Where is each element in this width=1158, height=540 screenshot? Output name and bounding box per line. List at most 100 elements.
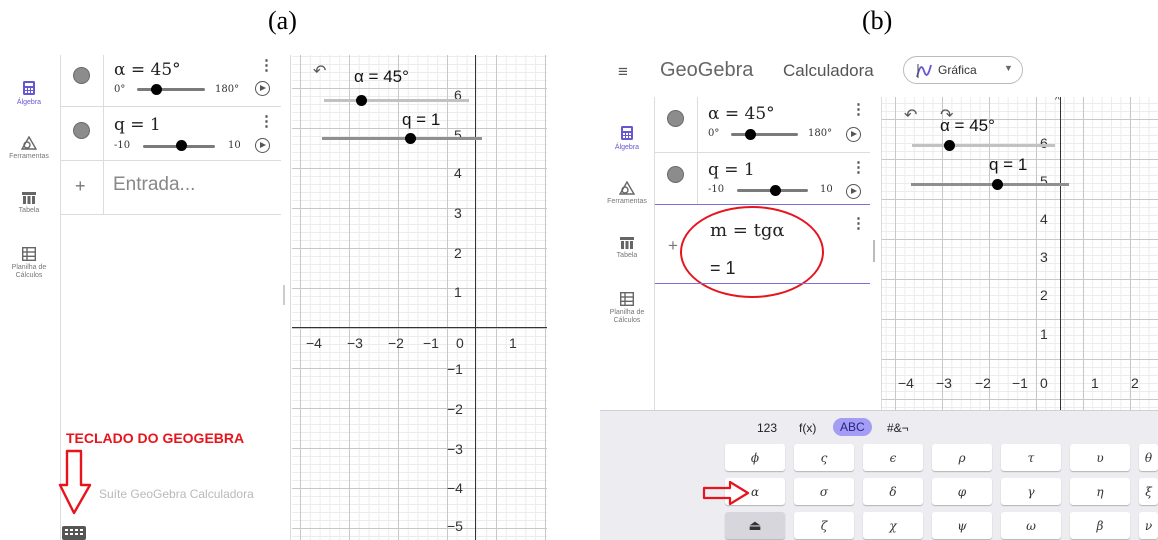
algebra-input[interactable]: Entrada... [113, 174, 195, 196]
y-tick-label: 5 [454, 127, 462, 143]
key-varphi[interactable]: φ [932, 478, 992, 505]
play-icon[interactable] [255, 81, 270, 96]
x-tick-label: 1 [1091, 375, 1099, 391]
graph-slider-label: q = 1 [989, 155, 1028, 174]
graph-slider-track[interactable] [912, 144, 1055, 147]
keyboard-icon[interactable] [62, 526, 86, 540]
algebra-expression[interactable]: α = 45° [708, 104, 775, 124]
key-rho[interactable]: ρ [932, 444, 992, 471]
key-theta[interactable]: θ [1139, 444, 1158, 471]
highlight-ellipse [680, 206, 824, 298]
visibility-toggle[interactable] [73, 122, 90, 139]
key-xi[interactable]: ξ [1139, 478, 1158, 505]
x-tick-label: −3 [347, 335, 363, 351]
sidebar-item-table[interactable]: Tabela [602, 237, 652, 260]
x-tick-label: −1 [1012, 375, 1028, 391]
key-shift[interactable]: ⏏ [725, 512, 785, 539]
key-tau[interactable]: τ [1001, 444, 1061, 471]
more-menu-icon[interactable]: ⋮ [259, 114, 274, 129]
sidebar-item-spreadsheet[interactable]: Planilha de Cálculos [602, 292, 652, 325]
graph-slider-knob[interactable] [944, 140, 955, 151]
slider-knob[interactable] [770, 185, 781, 196]
graphics-view[interactable]: ^ −4 −3 −2 −1 0 1 2 6 5 4 3 2 1 ↶ ↷ α = … [882, 97, 1158, 410]
undo-icon[interactable]: ↶ [313, 61, 326, 81]
slider-min: 0° [114, 84, 126, 95]
graph-slider-track[interactable] [322, 137, 482, 140]
graphics-view[interactable]: −4 −3 −2 −1 0 1 6 5 4 3 2 1 −1 −2 −3 −4 … [292, 55, 547, 540]
view-select[interactable]: Gráfica ▼ [903, 56, 1023, 84]
y-tick-label: −4 [447, 480, 463, 496]
sidebar-item-spreadsheet[interactable]: Planilha de Cálculos [4, 247, 54, 280]
graph-slider-track[interactable] [324, 99, 469, 102]
shapes-icon [21, 136, 37, 150]
slider-track[interactable] [731, 133, 798, 136]
spreadsheet-icon [620, 292, 634, 306]
key-nu[interactable]: ν [1139, 512, 1158, 539]
algebra-gutter-line [697, 97, 698, 204]
more-menu-icon[interactable]: ⋮ [851, 216, 866, 231]
sidebar-item-tools[interactable]: Ferramentas [596, 181, 658, 206]
chevron-down-icon: ▼ [1004, 63, 1013, 73]
algebra-expression[interactable]: q = 1 [708, 160, 755, 180]
key-final-sigma[interactable]: ς [794, 444, 854, 471]
slider-track[interactable] [137, 88, 205, 91]
more-menu-icon[interactable]: ⋮ [851, 102, 866, 117]
menu-icon[interactable]: ≡ [618, 62, 628, 82]
graph-slider-track[interactable] [911, 183, 1069, 186]
key-phi[interactable]: ϕ [725, 444, 785, 471]
algebra-expression[interactable]: q = 1 [114, 115, 161, 135]
key-omega[interactable]: ω [1001, 512, 1061, 539]
resize-handle[interactable] [873, 240, 875, 262]
caption-b: (b) [862, 6, 893, 35]
graph-slider-knob[interactable] [356, 95, 367, 106]
key-sigma[interactable]: σ [794, 478, 854, 505]
slider-knob[interactable] [151, 84, 162, 95]
visibility-toggle[interactable] [667, 166, 684, 183]
keyboard-tab-123[interactable]: 123 [757, 421, 777, 435]
more-menu-icon[interactable]: ⋮ [851, 160, 866, 175]
sidebar-item-label: Ferramentas [607, 198, 647, 205]
sidebar-item-algebra[interactable]: Álgebra [4, 80, 54, 107]
x-tick-label: −4 [306, 335, 322, 351]
key-chi[interactable]: χ [863, 512, 923, 539]
key-gamma[interactable]: γ [1001, 478, 1061, 505]
y-tick-label: 2 [1040, 287, 1048, 303]
graph-slider-knob[interactable] [405, 133, 416, 144]
sidebar-divider [654, 97, 655, 410]
keyboard-tab-abc[interactable]: ABC [833, 418, 872, 436]
play-icon[interactable] [846, 184, 861, 199]
key-epsilon[interactable]: ϵ [863, 444, 923, 471]
y-tick-label: −5 [447, 518, 463, 534]
x-tick-label: 0 [456, 335, 464, 351]
keyboard-tab-symbols[interactable]: #&¬ [887, 421, 909, 435]
slider-knob[interactable] [745, 129, 756, 140]
keyboard-tab-fx[interactable]: f(x) [799, 421, 816, 435]
more-menu-icon[interactable]: ⋮ [259, 58, 274, 73]
visibility-toggle[interactable] [73, 67, 90, 84]
key-upsilon[interactable]: υ [1070, 444, 1130, 471]
key-psi[interactable]: ψ [932, 512, 992, 539]
y-tick-label: −2 [447, 401, 463, 417]
key-eta[interactable]: η [1070, 478, 1130, 505]
y-tick-label: 1 [1040, 326, 1048, 342]
sidebar-item-label: Planilha de Cálculos [11, 264, 47, 279]
algebra-expression[interactable]: α = 45° [114, 60, 181, 80]
undo-icon[interactable]: ↶ [904, 105, 917, 125]
key-zeta[interactable]: ζ [794, 512, 854, 539]
visibility-toggle[interactable] [667, 110, 684, 127]
sidebar-item-tools[interactable]: Ferramentas [0, 136, 60, 161]
graph-slider-knob[interactable] [992, 179, 1003, 190]
y-tick-label: 4 [454, 165, 462, 181]
sidebar-item-algebra[interactable]: Álgebra [602, 125, 652, 152]
play-icon[interactable] [255, 138, 270, 153]
sidebar-item-table[interactable]: Tabela [4, 192, 54, 215]
slider-knob[interactable] [176, 140, 187, 151]
resize-handle[interactable] [283, 285, 285, 305]
slider-max: 10 [228, 140, 241, 151]
play-icon[interactable] [846, 127, 861, 142]
y-tick-label: 1 [454, 284, 462, 300]
table-icon [620, 237, 634, 249]
graph-slider-label: α = 45° [354, 67, 409, 86]
key-beta[interactable]: β [1070, 512, 1130, 539]
key-delta[interactable]: δ [863, 478, 923, 505]
